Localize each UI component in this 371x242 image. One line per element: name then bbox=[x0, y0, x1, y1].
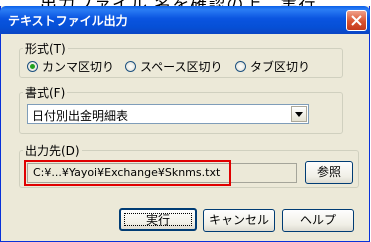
style-select[interactable]: 日付別出金明細表 bbox=[27, 104, 309, 124]
radio-selected-icon bbox=[27, 61, 38, 72]
radio-unselected-icon bbox=[235, 61, 246, 72]
radio-space-label: スペース区切り bbox=[140, 60, 223, 74]
radio-space[interactable]: スペース区切り bbox=[125, 58, 223, 75]
radio-tab[interactable]: タブ区切り bbox=[235, 58, 310, 75]
close-icon bbox=[351, 15, 362, 26]
format-group-label: 形式(T) bbox=[25, 42, 66, 56]
browse-button-label: 参照 bbox=[316, 165, 341, 179]
cancel-button[interactable]: キャンセル bbox=[203, 209, 275, 232]
title-bar[interactable]: テキストファイル出力 bbox=[0, 6, 370, 34]
radio-comma[interactable]: カンマ区切り bbox=[27, 58, 114, 75]
radio-tab-label: タブ区切り bbox=[250, 60, 311, 74]
browse-button[interactable]: 参照 bbox=[305, 161, 353, 184]
chevron-down-icon bbox=[295, 112, 303, 117]
cancel-button-label: キャンセル bbox=[208, 213, 269, 227]
dropdown-button[interactable] bbox=[291, 106, 307, 122]
focus-rectangle bbox=[124, 213, 192, 226]
run-button[interactable]: 実行 bbox=[119, 208, 197, 231]
style-select-value: 日付別出金明細表 bbox=[32, 109, 129, 123]
style-group-label: 書式(F) bbox=[25, 86, 66, 100]
close-button[interactable] bbox=[346, 10, 367, 31]
text-file-output-dialog: テキストファイル出力 形式(T) カンマ区切り スペース区切り タブ区切り 書式… bbox=[0, 6, 370, 242]
output-group-label: 出力先(D) bbox=[25, 144, 80, 158]
dialog-title: テキストファイル出力 bbox=[8, 14, 128, 28]
radio-unselected-icon bbox=[125, 61, 136, 72]
path-highlight bbox=[24, 160, 231, 186]
help-button-label: ヘルプ bbox=[299, 213, 336, 227]
help-button[interactable]: ヘルプ bbox=[282, 209, 354, 232]
radio-comma-label: カンマ区切り bbox=[42, 60, 115, 74]
